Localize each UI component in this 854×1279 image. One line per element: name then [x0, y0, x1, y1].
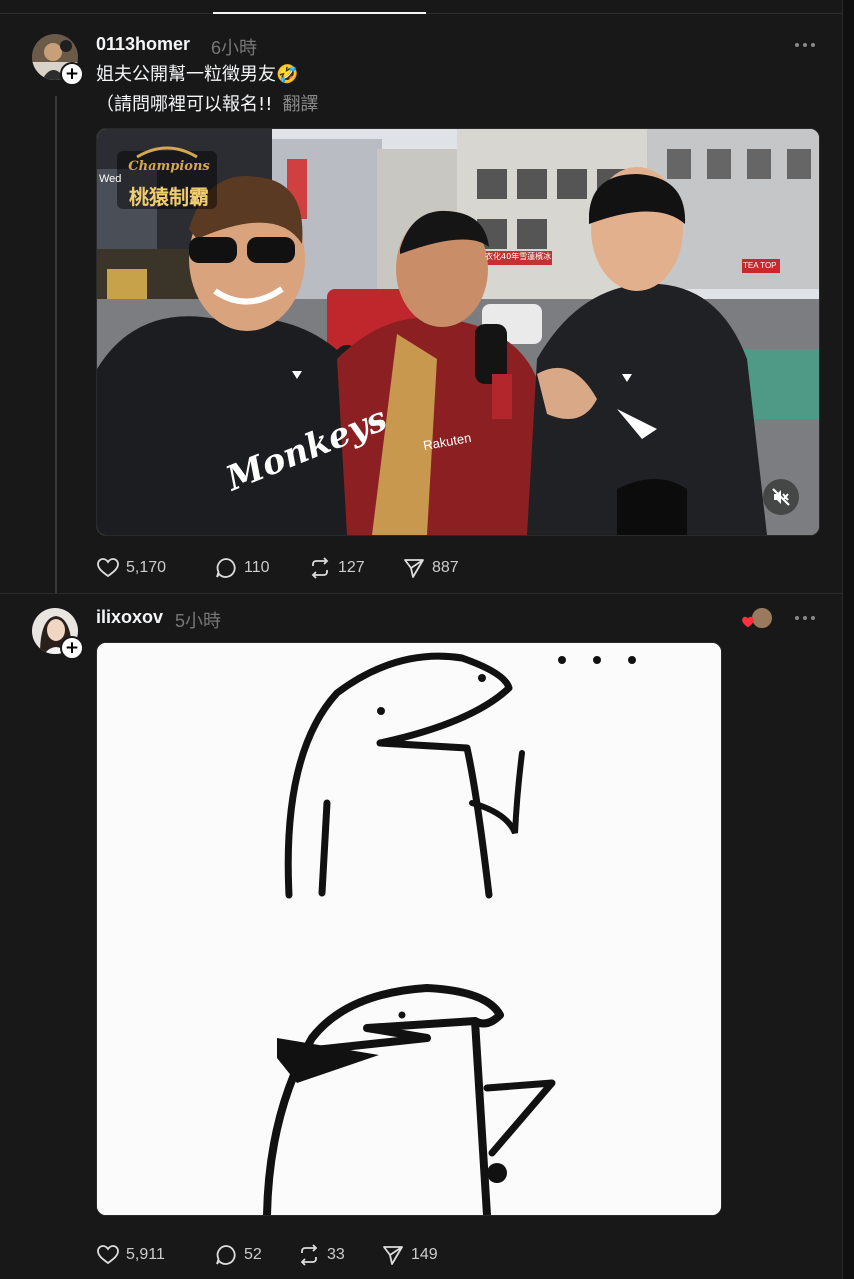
comment-icon	[216, 558, 236, 578]
video-logo-line2: 桃猿制霸	[129, 185, 209, 209]
post1-actions: 5,170 110 127 887	[96, 553, 459, 583]
reaction-avatars[interactable]	[741, 607, 773, 629]
mute-icon[interactable]	[763, 479, 799, 515]
heart-icon	[97, 1245, 119, 1265]
reply-count: 110	[244, 559, 270, 576]
follow-plus-icon[interactable]: +	[60, 636, 84, 660]
share-button[interactable]: 887	[402, 556, 459, 580]
share-count: 149	[411, 1246, 438, 1263]
post1-text-line1: 姐夫公開幫一粒徵男友🤣	[96, 64, 299, 85]
follow-plus-icon[interactable]: +	[60, 62, 84, 86]
post1-text-question: （請問哪裡可以報名!!	[96, 94, 273, 115]
post2-timestamp[interactable]: 5小時	[175, 607, 221, 633]
shop-sign: Wed	[99, 173, 122, 185]
post2-more-icon[interactable]	[793, 609, 817, 627]
like-button[interactable]: 5,911	[96, 1243, 214, 1267]
post-divider	[0, 593, 842, 594]
store-sign-right: TEA TOP	[743, 261, 777, 270]
repost-button[interactable]: 127	[308, 556, 402, 580]
threads-feed: + 0113homer 6小時 姐夫公開幫一粒徵男友🤣 （請問哪裡可以報名!! 翻…	[0, 0, 843, 1279]
repost-icon	[300, 1244, 318, 1266]
thread-connector-line	[55, 96, 57, 594]
like-count: 5,170	[126, 559, 167, 576]
post1-more-icon[interactable]	[793, 36, 817, 54]
post1-timestamp[interactable]: 6小時	[211, 34, 257, 60]
share-icon	[383, 1246, 403, 1265]
repost-button[interactable]: 33	[297, 1243, 381, 1267]
share-count: 887	[432, 559, 459, 576]
repost-count: 33	[327, 1246, 345, 1263]
reply-button[interactable]: 110	[214, 556, 308, 580]
repost-icon	[311, 557, 329, 579]
heart-reaction-icon	[742, 616, 754, 628]
video-logo-line1: Champions	[128, 159, 210, 174]
heart-icon	[97, 558, 119, 578]
post1-text-line2: （請問哪裡可以報名!! 翻譯	[96, 90, 318, 120]
share-icon	[404, 559, 424, 578]
post1-username[interactable]: 0113homer	[96, 34, 190, 55]
repost-count: 127	[338, 559, 365, 576]
post2-username[interactable]: ilixoxov	[96, 607, 163, 628]
reply-button[interactable]: 52	[214, 1243, 297, 1267]
reply-count: 52	[244, 1246, 262, 1263]
storefront-sign: 衣化40年雪蓮檳冰	[485, 252, 552, 261]
post2-image[interactable]: • • •	[96, 642, 722, 1216]
post2-actions: 5,911 52 33 149	[96, 1240, 438, 1270]
post1-video[interactable]: Champions 桃猿制霸 Wed 衣化40年雪蓮檳冰 TEA TOP Mon…	[96, 128, 820, 536]
meme-drawing	[97, 643, 721, 1215]
active-tab-indicator	[213, 12, 426, 14]
like-button[interactable]: 5,170	[96, 556, 214, 580]
share-button[interactable]: 149	[381, 1243, 438, 1267]
translate-link[interactable]: 翻譯	[282, 94, 318, 115]
like-count: 5,911	[126, 1246, 165, 1263]
comment-icon	[216, 1245, 236, 1265]
